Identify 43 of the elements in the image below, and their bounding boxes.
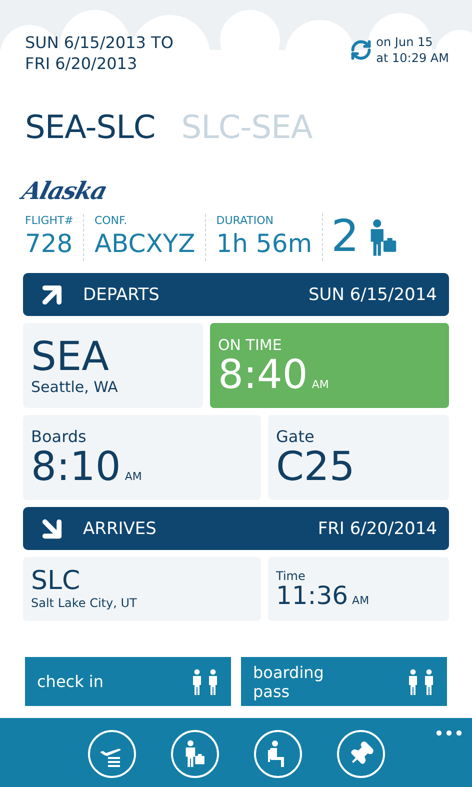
app-bar-button[interactable]: [88, 730, 136, 778]
updated-time-text: at 10:29 AM: [376, 50, 449, 66]
app-bar-button[interactable]: [336, 730, 384, 778]
stat-value: ABCXYZ: [94, 228, 196, 260]
arrives-label: ARRIVES: [83, 518, 158, 538]
gate-label: Gate: [276, 427, 316, 446]
am-pm-label: AM: [312, 378, 329, 390]
route-tab[interactable]: SEA-SLC: [25, 108, 156, 146]
departs-label: DEPARTS: [83, 284, 160, 304]
boards-label: Boards: [31, 427, 88, 446]
refresh-icon[interactable]: [350, 39, 372, 61]
passenger-count: 2: [331, 213, 360, 261]
city-name: Salt Lake City, UT: [31, 596, 138, 610]
stat-label: FLIGHT#: [25, 214, 74, 227]
action-button[interactable]: check in: [25, 657, 231, 706]
status-label: ON TIME: [218, 336, 283, 354]
people-icon: [191, 668, 219, 694]
departure-time: 8:40: [218, 354, 308, 396]
date-range-text: FRI 6/20/2013: [25, 53, 138, 74]
stat-value: 728: [25, 228, 74, 260]
arrives-date: FRI 6/20/2014: [318, 518, 437, 538]
city-name: Seattle, WA: [31, 378, 119, 396]
airline-logo: Alaska: [19, 176, 110, 205]
boarding-time: 8:10: [31, 446, 121, 488]
people-icon: [407, 668, 435, 694]
stat-value: 1h 56m: [216, 228, 312, 260]
app-bar-button[interactable]: [170, 730, 218, 778]
stat-label: DURATION: [216, 214, 274, 227]
stat-label: CONF.: [94, 214, 128, 227]
am-pm-label: AM: [124, 470, 142, 483]
time-label: Time: [276, 568, 306, 583]
more-icon[interactable]: [436, 730, 462, 736]
traveler-icon: [183, 740, 206, 768]
am-pm-label: AM: [352, 594, 370, 607]
date-range-text: SUN 6/15/2013 TO: [25, 32, 174, 53]
gate-number: C25: [276, 446, 356, 488]
arrival-time: 11:36: [276, 582, 348, 610]
action-button[interactable]: boarding pass: [241, 657, 447, 706]
updated-time-text: on Jun 15: [376, 34, 434, 50]
app-bar-button[interactable]: [254, 730, 302, 778]
airport-code: SEA: [31, 336, 110, 378]
departs-date: SUN 6/15/2014: [308, 284, 437, 304]
airport-code: SLC: [31, 568, 82, 596]
